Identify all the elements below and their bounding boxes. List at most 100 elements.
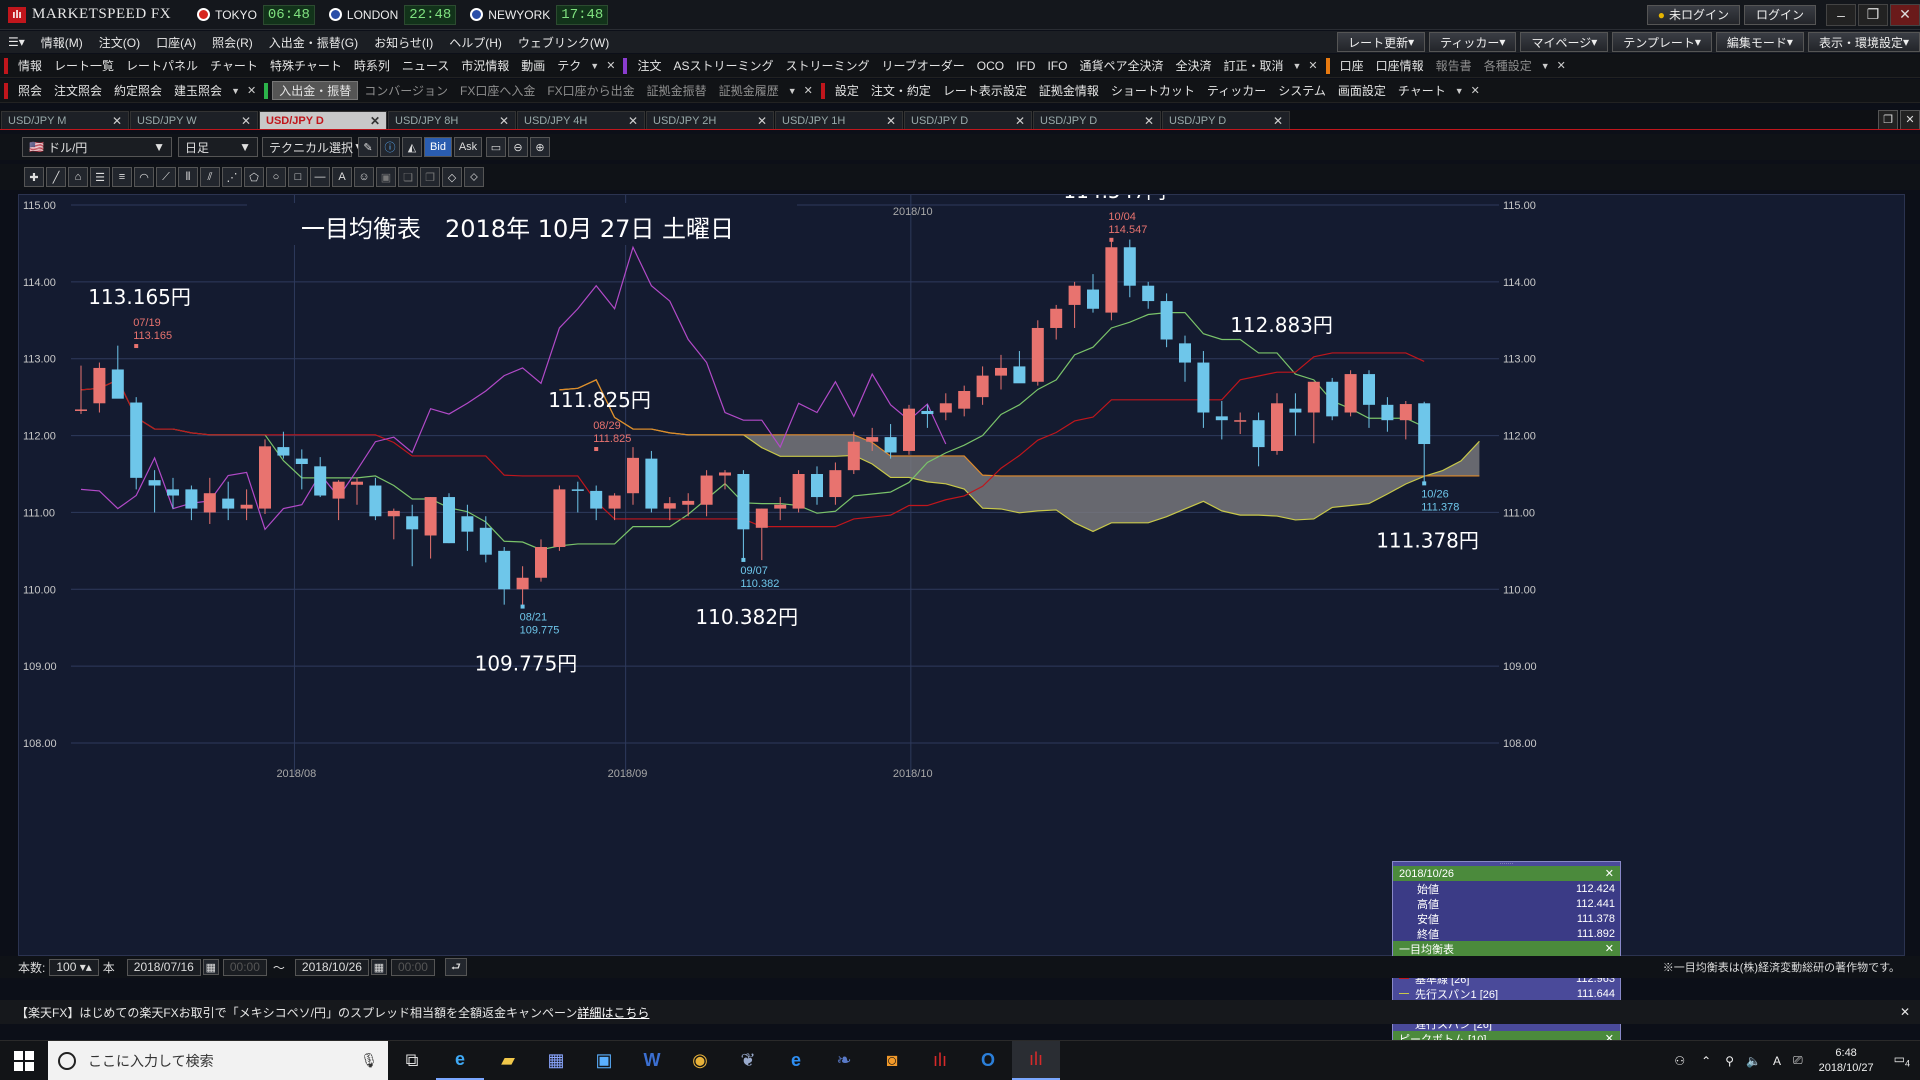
chart-tab[interactable]: USD/JPY D ✕ [1162,110,1290,129]
toolbar-item[interactable]: ティッカー [1201,82,1272,99]
count-select[interactable]: 100 ▾▴ [49,958,99,976]
restore-panel-icon[interactable]: ❐ [1878,110,1898,129]
notification-icon[interactable]: ▭4 [1894,1052,1910,1068]
close-icon[interactable]: ✕ [602,59,619,72]
close-icon[interactable]: ✕ [1273,114,1283,128]
close-panel-icon[interactable]: ✕ [1900,110,1920,129]
ie-browser-icon[interactable]: e [436,1041,484,1080]
chart-tab[interactable]: USD/JPY D ✕ [259,110,387,129]
toolbar-item[interactable]: 情報 [12,57,48,74]
close-icon[interactable]: ✕ [800,84,817,97]
menu-right-button[interactable]: 表示・環境設定 ▾ [1807,32,1920,52]
chart-tab[interactable]: USD/JPY 8H ✕ [388,110,516,129]
dropdown-arrow-icon[interactable]: ▼ [785,86,800,96]
zoom-in-icon[interactable]: ⊕ [530,137,550,157]
vertical-lines-icon[interactable]: ⦀ [178,167,198,187]
object-list-icon[interactable]: ▣ [376,167,396,187]
to-time-field[interactable]: 00:00 [390,958,435,976]
task-view-icon[interactable]: ⧉ [388,1041,436,1080]
close-icon[interactable]: ✕ [1144,114,1154,128]
toolbar-item[interactable]: ASストリーミング [667,57,779,74]
close-icon[interactable]: ✕ [628,114,638,128]
minimize-icon[interactable]: – [1826,3,1856,26]
close-icon[interactable]: ✕ [241,114,251,128]
copy-icon[interactable]: ❏ [398,167,418,187]
maximize-icon[interactable]: ❐ [1858,3,1888,26]
outlook-icon[interactable]: O [964,1041,1012,1080]
horizontal-line-icon[interactable]: — [310,167,330,187]
chrome-icon[interactable]: ◉ [676,1041,724,1080]
close-icon[interactable]: ✕ [1015,114,1025,128]
dropdown-arrow-icon[interactable]: ▼ [1290,61,1305,71]
menu-item[interactable]: 情報(M) [33,34,91,51]
channel-icon[interactable]: ⫽ [200,167,220,187]
to-date-field[interactable]: 2018/10/26 [294,958,369,976]
toolbar-item[interactable]: 注文 [631,57,667,74]
menu-right-button[interactable]: レート更新 ▾ [1337,32,1426,52]
close-icon[interactable]: ✕ [112,114,122,128]
close-icon[interactable]: ✕ [1605,942,1614,955]
toolbar-item[interactable]: 口座 [1334,57,1370,74]
close-icon[interactable]: ✕ [1900,1005,1910,1019]
dropdown-arrow-icon[interactable]: ▼ [587,61,602,71]
bid-button[interactable]: Bid [424,137,452,157]
circle-icon[interactable]: ○ [266,167,286,187]
news-detail-link[interactable]: 詳細はこちら [577,1004,649,1021]
toolbar-item[interactable]: 照会 [12,82,48,99]
menu-item[interactable]: 口座(A) [148,34,204,51]
trendline-icon[interactable]: ╱ [46,167,66,187]
chart-tab[interactable]: USD/JPY W ✕ [130,110,258,129]
toolbar-item[interactable]: 動画 [515,57,551,74]
period-select[interactable]: 日足 ▼ [178,137,258,157]
toolbar-item[interactable]: 証拠金履歴 [713,82,785,99]
chart-tab[interactable]: USD/JPY M ✕ [1,110,129,129]
toolbar-item[interactable]: コンバージョン [358,82,454,99]
toolbar-item[interactable]: 入出金・振替 [272,81,359,100]
chart-window-icon[interactable]: ▭ [486,137,506,157]
menu-right-button[interactable]: テンプレート ▾ [1612,32,1712,52]
microphone-icon[interactable]: 🎙 [360,1052,378,1069]
chart-tab[interactable]: USD/JPY D ✕ [904,110,1032,129]
calendar-icon[interactable]: ▦ [202,959,219,975]
start-button[interactable] [0,1041,48,1080]
toolbar-item[interactable]: IFD [1010,59,1041,73]
toolbar-item[interactable]: IFO [1041,59,1073,73]
toolbar-item[interactable]: OCO [971,59,1010,73]
toolbar-item[interactable]: レート表示設定 [937,82,1033,99]
ime-indicator[interactable]: A [1773,1054,1781,1068]
close-icon[interactable]: ✕ [757,114,767,128]
toolbar-item[interactable]: レート一覧 [48,57,120,74]
fibonacci-arc-icon[interactable]: ◠ [134,167,154,187]
toolbar-item[interactable]: 特殊チャート [264,57,348,74]
login-status[interactable]: ● 未ログイン [1646,4,1740,25]
calendar-icon[interactable]: ▦ [370,959,387,975]
close-icon[interactable]: ✕ [243,84,260,97]
menu-item[interactable]: ウェブリンク(W) [510,34,617,51]
chart-tab[interactable]: USD/JPY 4H ✕ [517,110,645,129]
feather-app-icon[interactable]: ❧ [820,1041,868,1080]
close-icon[interactable]: ✕ [499,114,509,128]
rectangle-icon[interactable]: □ [288,167,308,187]
calculator-icon[interactable]: ▦ [532,1041,580,1080]
toolbar-item[interactable]: テク [551,57,587,74]
menu-right-button[interactable]: 編集モード ▾ [1715,32,1804,52]
gann-fan-icon[interactable]: ⟋ [156,167,176,187]
toolbar-item[interactable]: 建玉照会 [168,82,228,99]
eraser-icon[interactable]: ◇ [442,167,462,187]
tray-chevron-icon[interactable]: ⌃ [1701,1054,1711,1068]
paste-icon[interactable]: ❐ [420,167,440,187]
horizontal-lines-icon[interactable]: ☰ [90,167,110,187]
parallel-lines-icon[interactable]: ≡ [112,167,132,187]
info-icon[interactable]: ⓘ [380,137,400,157]
people-icon[interactable]: ⚇ [1674,1054,1685,1068]
toolbar-item[interactable]: 約定照会 [108,82,168,99]
toolbar-item[interactable]: リーブオーダー [875,57,970,74]
erase-all-icon[interactable]: ⬦ [464,167,484,187]
crosshair-icon[interactable]: ✚ [24,167,44,187]
ask-button[interactable]: Ask [454,137,482,157]
app-window-icon[interactable]: ▣ [580,1041,628,1080]
close-icon[interactable]: ✕ [1553,59,1570,72]
icon-stamp-icon[interactable]: ☺ [354,167,374,187]
toolbar-item[interactable]: 設定 [829,82,865,99]
taskbar-search[interactable]: ここに入力して検索 🎙 [48,1041,388,1080]
